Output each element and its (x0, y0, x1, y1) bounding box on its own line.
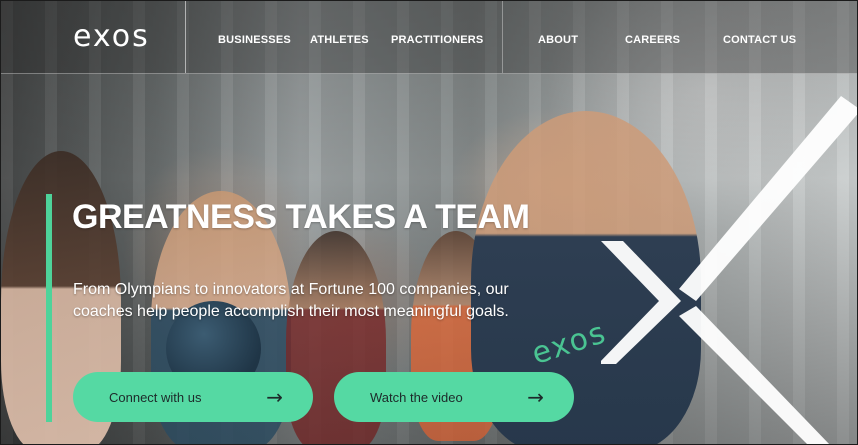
page-frame: exos exos BUSINESSES ATHLETES PRACTITION… (0, 0, 858, 445)
connect-with-us-button[interactable]: Connect with us → (73, 372, 313, 422)
watch-the-video-button[interactable]: Watch the video → (334, 372, 574, 422)
accent-bar (46, 194, 52, 422)
header-divider (502, 1, 503, 73)
exos-logo[interactable]: exos (73, 19, 150, 54)
header-divider (185, 1, 186, 73)
nav-contact-us[interactable]: CONTACT US (723, 34, 796, 46)
watch-video-button-label: Watch the video (370, 389, 463, 405)
x-mark-graphic (601, 96, 857, 444)
nav-about[interactable]: ABOUT (538, 34, 578, 46)
connect-button-label: Connect with us (109, 389, 202, 405)
hero-headline: GREATNESS TAKES A TEAM (72, 198, 530, 236)
nav-athletes[interactable]: ATHLETES (310, 34, 369, 46)
nav-careers[interactable]: CAREERS (625, 34, 680, 46)
shirt-logo: exos (527, 314, 612, 373)
nav-businesses[interactable]: BUSINESSES (218, 34, 291, 46)
site-header: exos BUSINESSES ATHLETES PRACTITIONERS A… (1, 1, 857, 74)
arrow-right-icon: → (266, 385, 283, 409)
nav-practitioners[interactable]: PRACTITIONERS (391, 34, 483, 46)
hero-subtext: From Olympians to innovators at Fortune … (73, 281, 509, 320)
arrow-right-icon: → (527, 385, 544, 409)
